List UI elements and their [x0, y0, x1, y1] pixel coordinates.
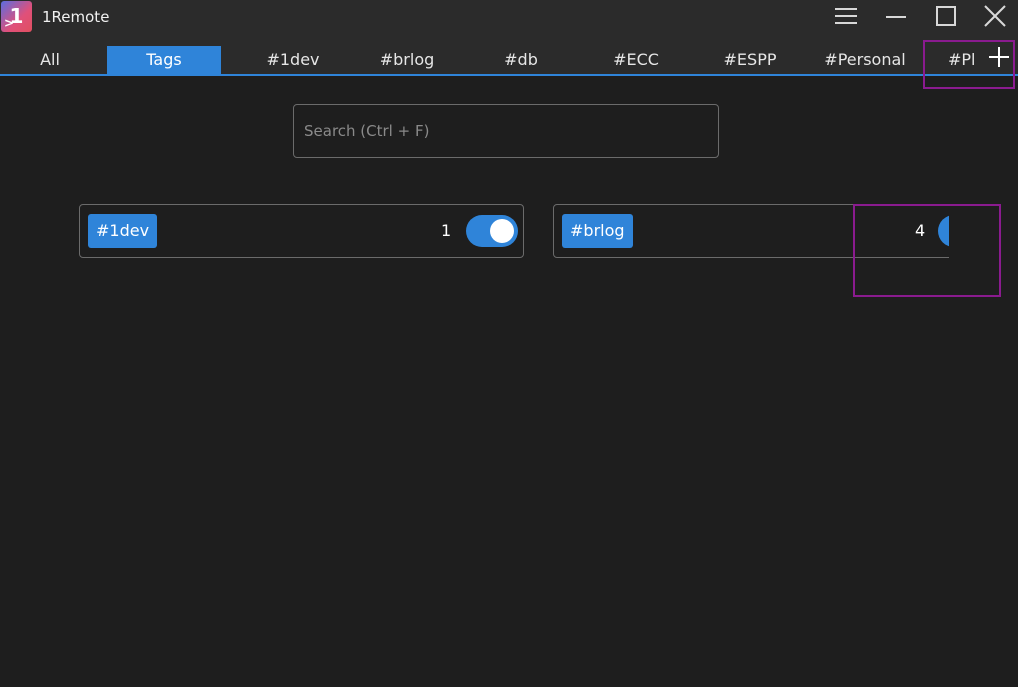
tab-all[interactable]: All: [22, 46, 78, 74]
tab-espp[interactable]: #ESPP: [708, 46, 792, 74]
app-logo-icon: > 1: [1, 1, 32, 32]
tab-brlog[interactable]: #brlog: [366, 46, 448, 74]
tag-card-clip: #brlog 4: [553, 204, 949, 260]
tag-card-brlog[interactable]: #brlog 4: [553, 204, 949, 258]
tag-chip[interactable]: #1dev: [88, 214, 158, 248]
search-input[interactable]: [294, 105, 718, 157]
close-icon[interactable]: [973, 0, 1017, 32]
tab-overflow-clip: #Pl: [940, 46, 982, 74]
tab-personal[interactable]: #Personal: [818, 46, 912, 74]
tag-chip[interactable]: #brlog: [562, 214, 633, 248]
minimize-icon[interactable]: [874, 0, 918, 32]
search-box[interactable]: [293, 104, 719, 158]
tab-1dev[interactable]: #1dev: [252, 46, 334, 74]
tab-bar: All Tags #1dev #brlog #db #ECC #ESPP #Pe…: [0, 34, 1018, 76]
app-window: > 1 1Remote All Tags #1dev #brlog #db #E…: [0, 0, 1018, 687]
tab-pl[interactable]: #Pl: [948, 46, 982, 74]
tag-count: 4: [915, 221, 926, 240]
tag-toggle-switch[interactable]: [466, 215, 518, 247]
app-title: 1Remote: [42, 8, 110, 26]
tab-ecc[interactable]: #ECC: [598, 46, 674, 74]
tab-db[interactable]: #db: [486, 46, 556, 74]
tag-toggle-switch[interactable]: [938, 215, 949, 247]
title-bar[interactable]: > 1 1Remote: [0, 0, 1018, 34]
tag-count: 1: [441, 221, 452, 240]
hamburger-menu-icon[interactable]: [824, 0, 868, 32]
toggle-knob: [490, 219, 514, 243]
tab-tags[interactable]: Tags: [107, 46, 221, 74]
add-tab-button[interactable]: [986, 44, 1012, 70]
plus-icon: [989, 47, 1009, 67]
maximize-icon[interactable]: [924, 0, 968, 32]
tag-card-1dev[interactable]: #1dev 1: [79, 204, 524, 258]
